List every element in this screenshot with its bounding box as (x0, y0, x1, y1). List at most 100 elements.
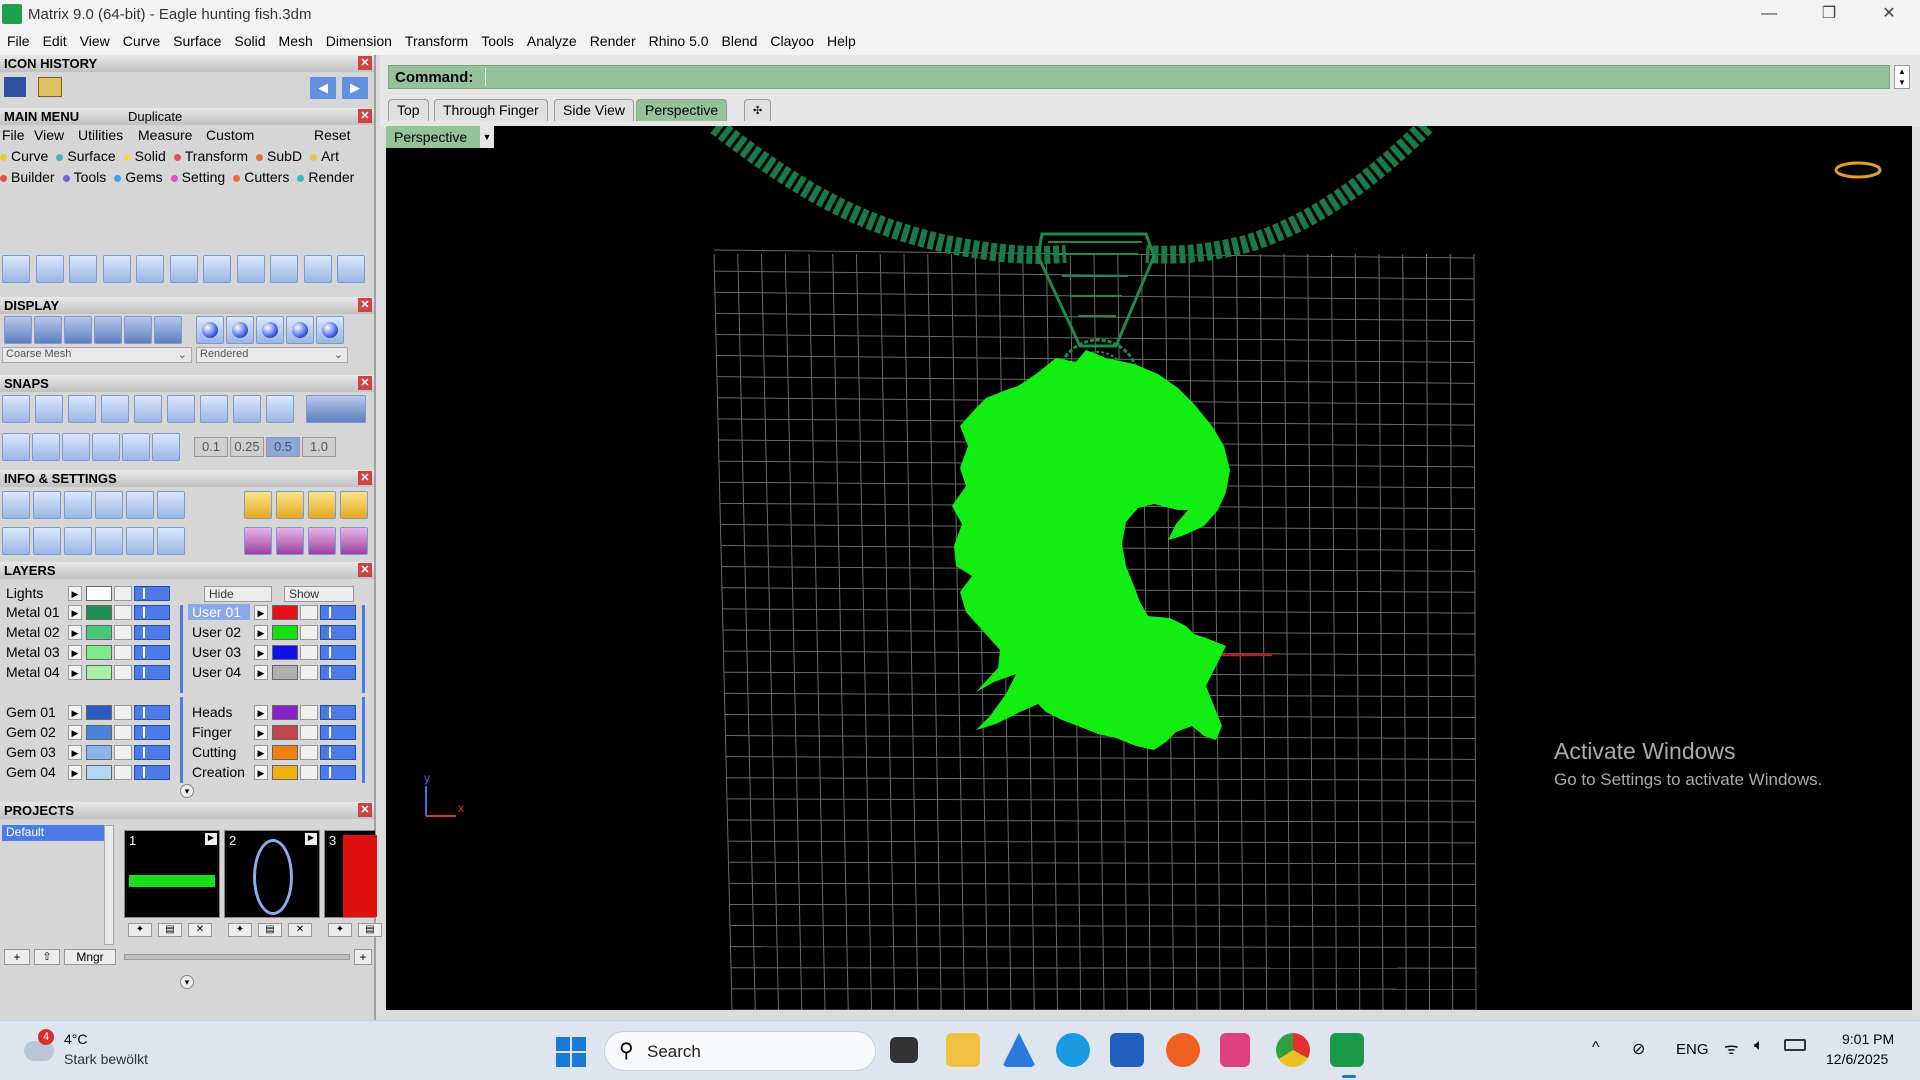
expand-arrow-icon[interactable]: ▶ (68, 665, 82, 680)
settings-tool-icon[interactable] (340, 527, 368, 555)
mm-file[interactable]: File (2, 127, 25, 143)
volume-icon[interactable]: 🔈︎ (1754, 1037, 1764, 1055)
menu-file[interactable]: File (0, 29, 36, 49)
displayrow-tool-icon[interactable] (94, 316, 122, 344)
layer-lights[interactable]: Lights ▶ (2, 585, 182, 603)
lock-icon[interactable] (300, 645, 318, 660)
expand-arrow-icon[interactable]: ▶ (68, 745, 82, 760)
layer-visibility-toggle[interactable] (320, 605, 356, 620)
lock-icon[interactable] (300, 705, 318, 720)
lock-icon[interactable] (114, 586, 132, 601)
mesh-quality-select[interactable]: Coarse Mesh ⌄ (2, 347, 192, 363)
layer-visibility-toggle[interactable] (134, 645, 170, 660)
info-tool-icon[interactable] (276, 491, 304, 519)
tab-top[interactable]: Top (388, 99, 429, 121)
slot-save-icon[interactable]: ▤ (258, 923, 282, 937)
project-slot-1[interactable]: 1 ▶ (124, 830, 220, 918)
language-indicator[interactable]: ENG (1676, 1041, 1709, 1058)
snipping-tool-icon[interactable] (1220, 1033, 1250, 1067)
inforow1-tool-icon[interactable] (126, 491, 154, 519)
layer-color-swatch[interactable] (272, 645, 298, 660)
layer-color-swatch[interactable] (272, 765, 298, 780)
menu-analyze[interactable]: Analyze (520, 29, 583, 49)
snap-value-button[interactable]: 1.0 (302, 437, 336, 457)
toolrow-tool-icon[interactable] (303, 255, 332, 283)
snaprow2-tool-icon[interactable] (62, 433, 90, 461)
layer-row[interactable]: Heads ▶ (188, 704, 366, 722)
toolrow-tool-icon[interactable] (69, 255, 97, 283)
hide-all-button[interactable]: Hide (204, 586, 272, 602)
layer-row[interactable]: User 01 ▶ (188, 604, 366, 622)
slot-delete-icon[interactable]: ✕ (288, 923, 312, 937)
settings-tool-icon[interactable] (276, 527, 304, 555)
lock-icon[interactable] (300, 625, 318, 640)
layer-visibility-toggle[interactable] (134, 725, 170, 740)
menu-surface[interactable]: Surface (166, 29, 227, 49)
toolrow-tool-icon[interactable] (35, 255, 64, 283)
slot-save-icon[interactable]: ▤ (358, 923, 382, 937)
layer-visibility-toggle[interactable] (134, 665, 170, 680)
lock-icon[interactable] (300, 765, 318, 780)
mm-reset[interactable]: Reset (314, 127, 351, 143)
menu-dimension[interactable]: Dimension (319, 29, 398, 49)
toolrow-tool-icon[interactable] (203, 255, 231, 283)
menu-tools[interactable]: Tools (474, 29, 520, 49)
expand-arrow-icon[interactable]: ▶ (254, 605, 268, 620)
store-icon[interactable] (1110, 1033, 1144, 1067)
history-back-icon[interactable]: ◀ (310, 77, 336, 99)
snap-value-button[interactable]: 0.5 (266, 437, 300, 457)
layer-color-swatch[interactable] (86, 645, 112, 660)
shading-mode-icon[interactable] (286, 316, 314, 344)
layer-row[interactable]: Metal 04 ▶ (2, 664, 180, 682)
layer-row[interactable]: Creation ▶ (188, 764, 366, 782)
expand-arrow-icon[interactable]: ▶ (68, 765, 82, 780)
chevron-down-icon[interactable]: ▼ (480, 126, 494, 148)
inforow2-tool-icon[interactable] (64, 527, 92, 555)
layer-color-swatch[interactable] (86, 605, 112, 620)
lock-icon[interactable] (114, 665, 132, 680)
expand-arrow-icon[interactable]: ▶ (68, 645, 82, 660)
mm-builder[interactable]: Builder (0, 169, 59, 185)
layer-visibility-toggle[interactable] (134, 586, 170, 601)
mm-art[interactable]: Art (310, 148, 343, 164)
file-explorer-icon[interactable] (946, 1033, 980, 1067)
expand-arrow-icon[interactable]: ▶ (254, 625, 268, 640)
menu-blend[interactable]: Blend (715, 29, 764, 49)
lock-icon[interactable] (114, 625, 132, 640)
layer-color-swatch[interactable] (86, 765, 112, 780)
layer-color-swatch[interactable] (86, 745, 112, 760)
mm-subd[interactable]: SubD (256, 148, 306, 164)
menu-solid[interactable]: Solid (227, 29, 271, 49)
expand-arrow-icon[interactable]: ▶ (68, 605, 82, 620)
duplicate-label[interactable]: Duplicate (128, 108, 182, 125)
taskbar-search[interactable]: ⚲ Search (604, 1031, 876, 1071)
layer-row[interactable]: Gem 04 ▶ (2, 764, 180, 782)
inforow1-tool-icon[interactable] (33, 491, 61, 519)
add-tab-button[interactable]: ✣ (744, 99, 772, 121)
command-scroll-arrows[interactable]: ▲ ▼ (1894, 65, 1910, 89)
firefox-icon[interactable] (1166, 1033, 1200, 1067)
snap-value-button[interactable]: 0.1 (194, 437, 228, 457)
snaprow1-tool-icon[interactable] (101, 395, 129, 423)
mm-view[interactable]: View (34, 127, 64, 143)
add-project-button[interactable]: + (4, 949, 30, 965)
toolrow-tool-icon[interactable] (2, 255, 30, 283)
windows-start-icon[interactable] (556, 1037, 586, 1067)
project-slot-3[interactable]: 3 (324, 830, 377, 918)
layer-color-swatch[interactable] (86, 705, 112, 720)
mm-surface[interactable]: Surface (56, 148, 119, 164)
menu-mesh[interactable]: Mesh (272, 29, 319, 49)
displayrow-tool-icon[interactable] (154, 316, 182, 344)
chrome-icon[interactable] (1276, 1033, 1310, 1067)
lock-icon[interactable] (114, 765, 132, 780)
menu-clayoo[interactable]: Clayoo (763, 29, 820, 49)
menu-render[interactable]: Render (583, 29, 642, 49)
snap-value-button[interactable]: 0.25 (230, 437, 264, 457)
layer-visibility-toggle[interactable] (134, 705, 170, 720)
slot-menu-icon[interactable]: ▶ (205, 833, 217, 845)
inforow2-tool-icon[interactable] (95, 527, 123, 555)
mm-custom[interactable]: Custom (206, 127, 254, 143)
layer-row[interactable]: User 02 ▶ (188, 624, 366, 642)
layer-color-swatch[interactable] (86, 586, 112, 601)
lock-icon[interactable] (300, 665, 318, 680)
